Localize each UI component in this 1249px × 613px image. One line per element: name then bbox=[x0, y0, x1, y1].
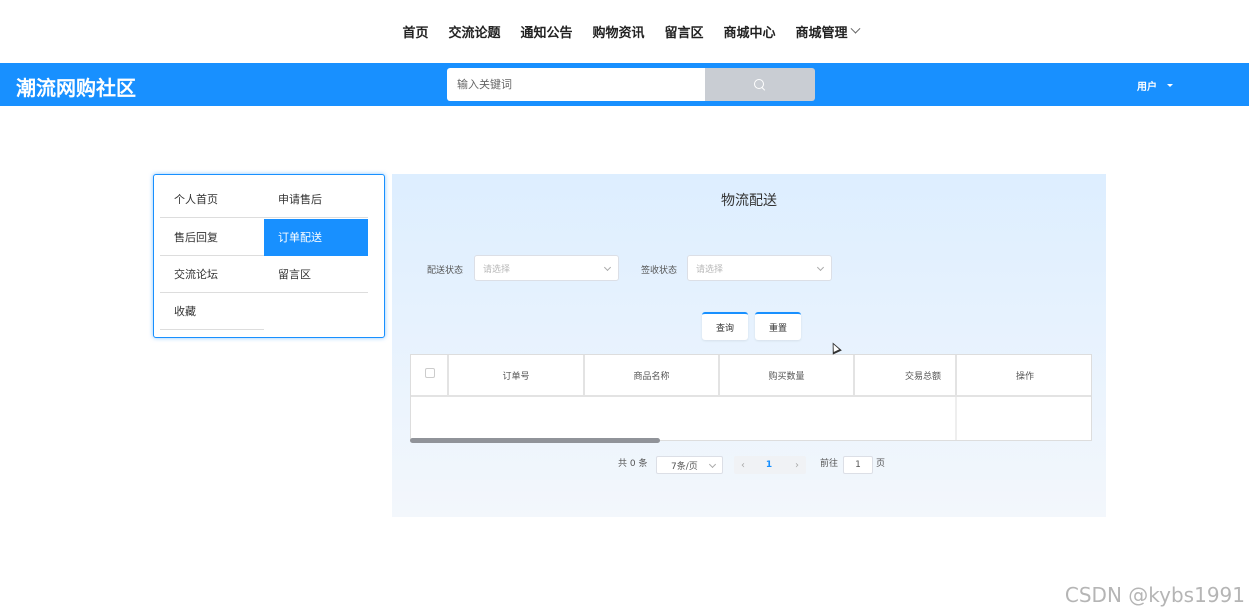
column-quantity: 购买数量 bbox=[720, 355, 855, 395]
table-header: 订单号 商品名称 购买数量 交易总额 操作 bbox=[411, 355, 1091, 397]
page-size-select[interactable]: 7条/页 bbox=[656, 456, 723, 474]
delivery-status-select[interactable]: 请选择 bbox=[474, 255, 619, 281]
chevron-down-icon bbox=[816, 263, 825, 272]
column-product-name: 商品名称 bbox=[585, 355, 720, 395]
table-header-select bbox=[411, 355, 449, 395]
user-menu[interactable]: 用户 bbox=[1137, 78, 1173, 93]
goto-label: 前往 bbox=[820, 459, 839, 469]
next-page-icon[interactable]: › bbox=[788, 456, 806, 474]
site-title: 潮流网购社区 bbox=[16, 76, 136, 100]
side-menu: 个人首页 申请售后 售后回复 订单配送 交流论坛 留言区 收藏 bbox=[153, 174, 385, 338]
nav-item-shopping-news[interactable]: 购物资讯 bbox=[592, 22, 644, 41]
top-nav: 首页 交流论题 通知公告 购物资讯 留言区 商城中心 商城管理 bbox=[0, 0, 1249, 63]
nav-item-mall-management-label: 商城管理 bbox=[795, 26, 848, 41]
chevron-down-icon bbox=[850, 23, 860, 34]
select-all-checkbox[interactable] bbox=[425, 368, 435, 378]
sidebar-item-aftersale-reply[interactable]: 售后回复 bbox=[160, 219, 264, 256]
search-icon bbox=[754, 78, 766, 91]
chevron-down-icon bbox=[603, 263, 612, 272]
nav-item-forum-topics[interactable]: 交流论题 bbox=[448, 22, 500, 41]
sidebar-item-favorites[interactable]: 收藏 bbox=[160, 293, 264, 330]
watermark: CSDN @kybs1991 bbox=[1064, 583, 1245, 607]
nav-item-notices[interactable]: 通知公告 bbox=[520, 22, 572, 41]
sidebar-item-order-delivery[interactable]: 订单配送 bbox=[264, 219, 368, 256]
search-input[interactable] bbox=[447, 68, 705, 101]
column-order-number: 订单号 bbox=[449, 355, 585, 395]
prev-page-icon[interactable]: ‹ bbox=[734, 456, 752, 474]
nav-item-home[interactable]: 首页 bbox=[402, 22, 428, 41]
nav-item-mall-center[interactable]: 商城中心 bbox=[724, 22, 776, 41]
nav-item-messages[interactable]: 留言区 bbox=[665, 22, 704, 41]
sign-status-placeholder: 请选择 bbox=[696, 264, 724, 275]
column-actions: 操作 bbox=[1015, 371, 1034, 382]
caret-down-icon bbox=[1167, 84, 1173, 87]
current-page[interactable]: 1 bbox=[760, 456, 778, 474]
sign-status-select[interactable]: 请选择 bbox=[687, 255, 832, 281]
sidebar-item-forum[interactable]: 交流论坛 bbox=[160, 256, 264, 293]
goto-page-input[interactable]: 1 bbox=[843, 456, 873, 474]
page-title: 物流配送 bbox=[721, 193, 777, 209]
sidebar-item-profile[interactable]: 个人首页 bbox=[160, 181, 264, 218]
chevron-down-icon bbox=[708, 460, 717, 469]
reset-button[interactable]: 重置 bbox=[755, 312, 801, 340]
pagination-total: 共 0 条 bbox=[618, 459, 648, 469]
main-panel: 物流配送 配送状态 请选择 签收状态 请选择 查询 重置 订单号 商品名称 购买… bbox=[392, 174, 1106, 517]
sidebar-item-apply-aftersale[interactable]: 申请售后 bbox=[264, 181, 368, 218]
column-total-amount: 交易总额 bbox=[855, 355, 957, 395]
search-button[interactable] bbox=[705, 68, 815, 101]
sidebar-item-messages[interactable]: 留言区 bbox=[264, 256, 368, 293]
header-bar: 潮流网购社区 用户 bbox=[0, 63, 1249, 106]
page-suffix: 页 bbox=[876, 459, 886, 469]
search-submit-button[interactable]: 查询 bbox=[702, 312, 748, 340]
pagination-pager: ‹ 1 › bbox=[734, 456, 806, 474]
sign-status-label: 签收状态 bbox=[641, 266, 678, 276]
table-horizontal-scrollbar[interactable] bbox=[410, 438, 660, 443]
delivery-status-placeholder: 请选择 bbox=[483, 264, 511, 275]
order-table: 订单号 商品名称 购买数量 交易总额 操作 bbox=[410, 354, 1092, 441]
delivery-status-label: 配送状态 bbox=[427, 266, 464, 276]
nav-item-mall-management[interactable]: 商城管理 bbox=[795, 22, 860, 41]
page-size-value: 7条/页 bbox=[671, 461, 698, 472]
fixed-column-divider bbox=[955, 397, 957, 440]
user-menu-label: 用户 bbox=[1137, 82, 1157, 93]
